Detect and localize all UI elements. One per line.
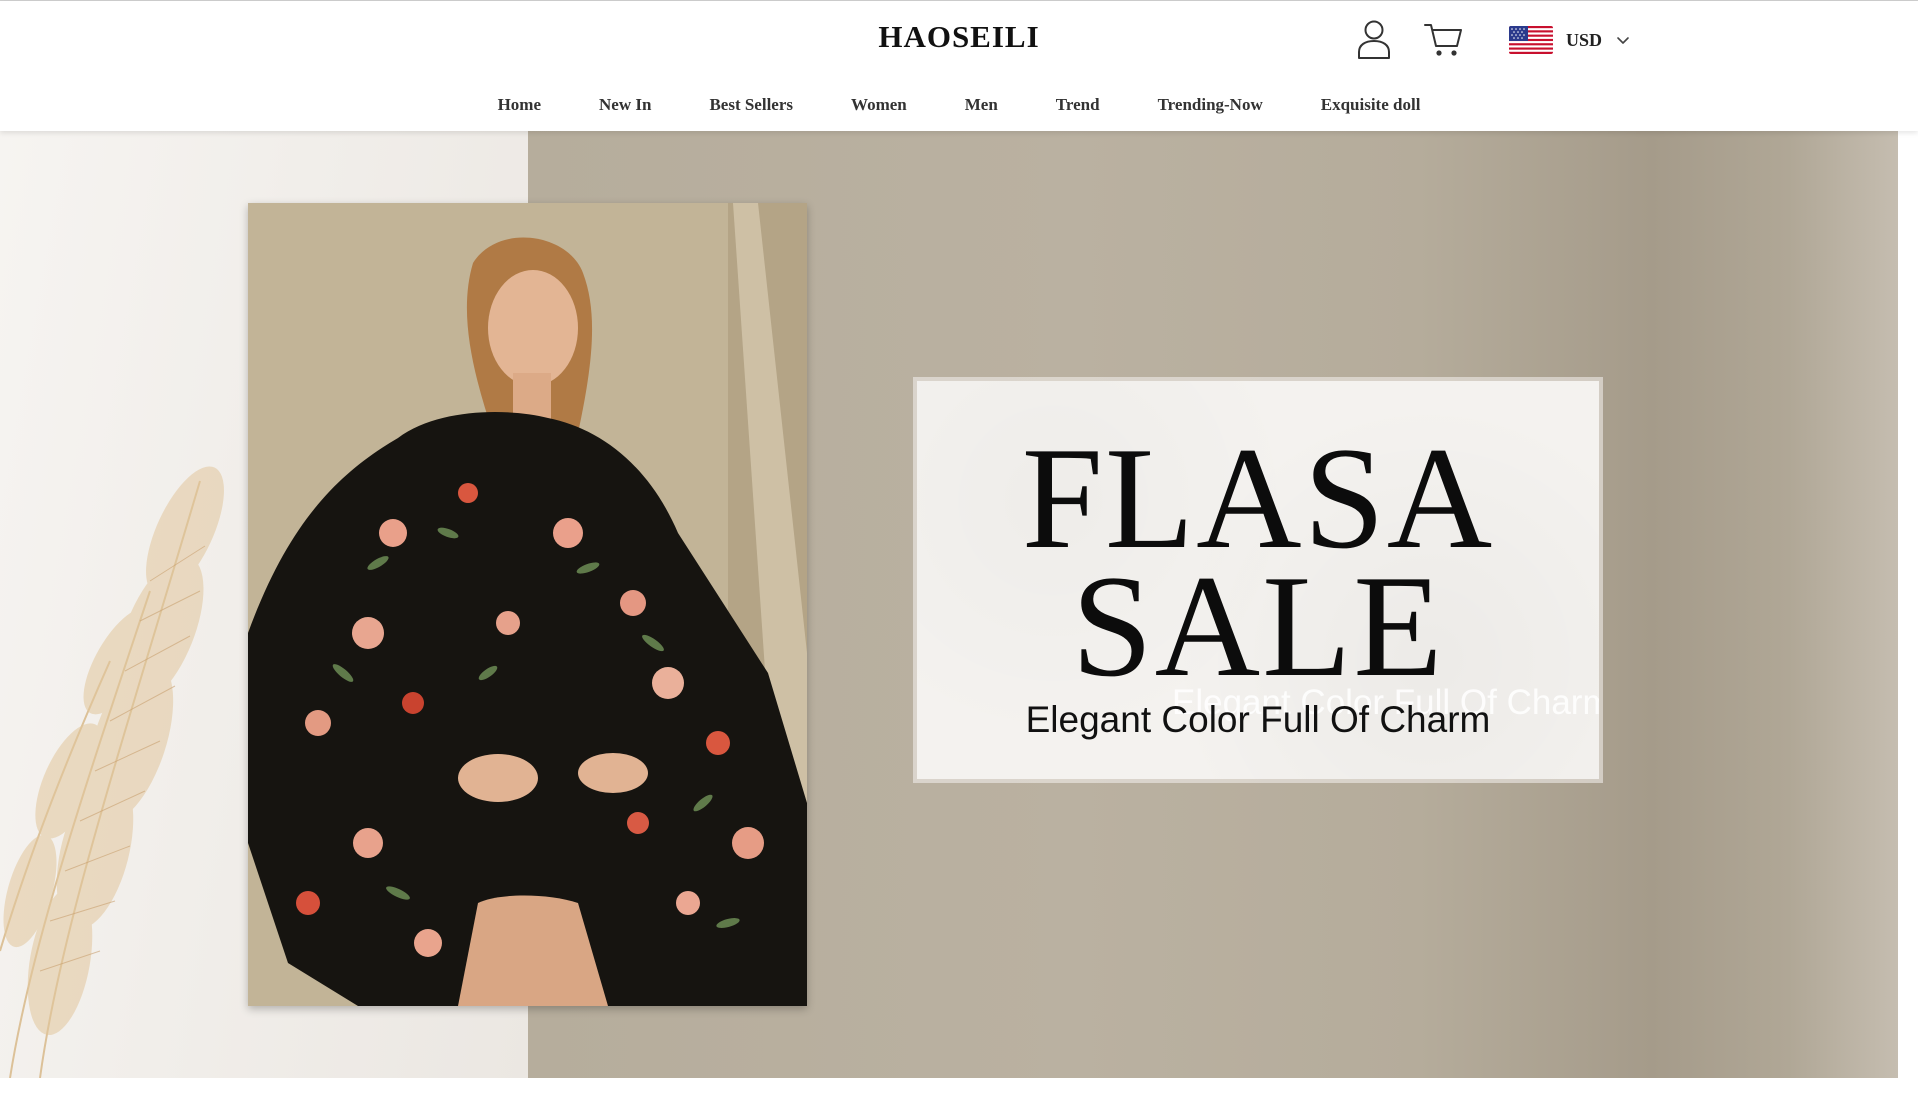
account-button[interactable] <box>1352 17 1396 61</box>
subheadline: Elegant Color Full Of Charm <box>1025 699 1491 740</box>
model-in-floral-dress-image[interactable] <box>248 203 807 1006</box>
nav-item-exquisite-doll[interactable]: Exquisite doll <box>1321 95 1421 115</box>
nav-item-trending-now[interactable]: Trending-Now <box>1158 95 1263 115</box>
cart-icon <box>1424 24 1462 56</box>
main-nav: Home New In Best Sellers Women Men Trend… <box>0 95 1918 115</box>
site-logo[interactable]: HAOSEILI <box>0 19 1918 55</box>
pampas-grass-image <box>0 466 224 1078</box>
headline-line-2: SALE <box>1071 545 1445 707</box>
nav-item-women[interactable]: Women <box>851 95 907 115</box>
us-flag-icon <box>1509 26 1553 54</box>
user-icon <box>1358 20 1390 59</box>
nav-item-best-sellers[interactable]: Best Sellers <box>709 95 793 115</box>
site-header: HAOSEILI USD Home New In Best Sellers Wo… <box>0 1 1918 131</box>
nav-item-new-in[interactable]: New In <box>599 95 651 115</box>
page: HAOSEILI USD Home New In Best Sellers Wo… <box>0 0 1918 1102</box>
currency-code: USD <box>1566 29 1603 50</box>
hero-banner[interactable]: FLASA SALE Elegant Color Full Of Charm E… <box>0 131 1898 1078</box>
model-photo-art <box>248 203 807 1006</box>
sale-card[interactable]: FLASA SALE Elegant Color Full Of Charm E… <box>917 381 1599 779</box>
chevron-down-icon <box>1617 36 1629 44</box>
cart-button[interactable] <box>1422 17 1466 61</box>
nav-item-home[interactable]: Home <box>498 95 541 115</box>
currency-selector[interactable]: USD <box>1509 24 1630 56</box>
nav-item-men[interactable]: Men <box>965 95 998 115</box>
nav-item-trend[interactable]: Trend <box>1056 95 1100 115</box>
